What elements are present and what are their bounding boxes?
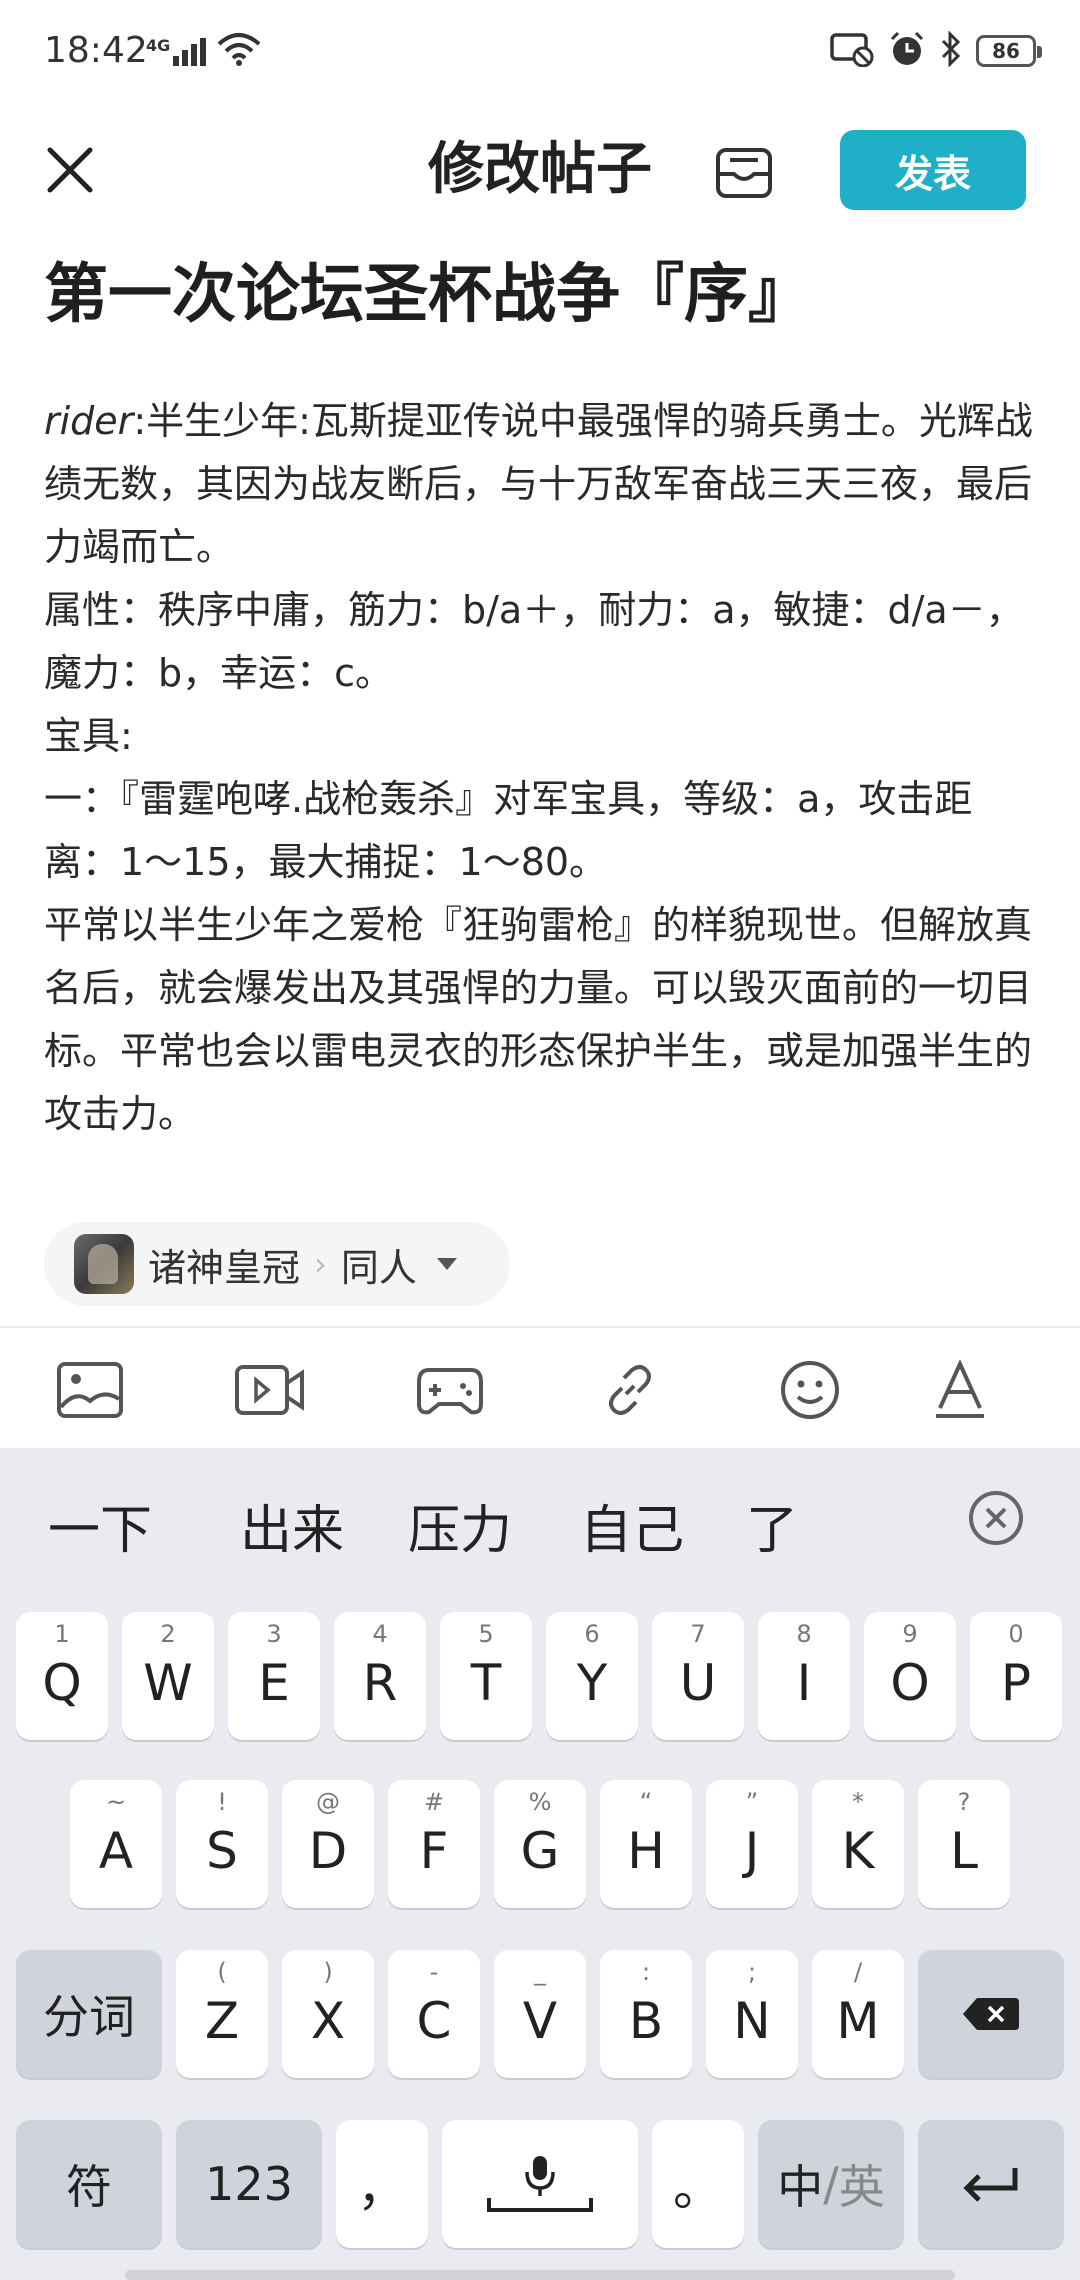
segment-key[interactable]: 分词: [16, 1950, 162, 2078]
network-type-icon: 4G: [146, 36, 207, 66]
candidate-close-button[interactable]: [966, 1488, 1026, 1548]
bluetooth-icon: [940, 30, 962, 71]
candidate-word[interactable]: 自己: [580, 1488, 684, 1563]
insert-game-button[interactable]: [414, 1358, 486, 1422]
draft-box-icon: [716, 148, 772, 198]
text-format-button[interactable]: [924, 1358, 996, 1422]
key-d[interactable]: @ D: [282, 1780, 374, 1908]
forum-avatar: [74, 1234, 134, 1294]
battery-icon: 86: [976, 35, 1042, 67]
key-s[interactable]: ! S: [176, 1780, 268, 1908]
editor-toolbar: [0, 1328, 1080, 1448]
key-u[interactable]: 7U: [652, 1612, 744, 1740]
alarm-icon: [888, 30, 926, 72]
key-w[interactable]: 2W: [122, 1612, 214, 1740]
key-b[interactable]: :B: [600, 1950, 692, 2078]
key-t[interactable]: 5T: [440, 1612, 532, 1740]
screen-cast-icon: [830, 31, 874, 71]
post-body-field[interactable]: rider:半生少年:瓦斯提亚传说中最强悍的骑兵勇士。光辉战绩无数，其因为战友断…: [44, 390, 1044, 1146]
key-z[interactable]: (Z: [176, 1950, 268, 2078]
video-icon: [235, 1365, 304, 1415]
symbols-key[interactable]: 符: [16, 2120, 162, 2248]
key-r[interactable]: 4R: [334, 1612, 426, 1740]
microphone-icon: [487, 2156, 593, 2212]
gamepad-icon: [417, 1368, 483, 1415]
numbers-key[interactable]: 123: [176, 2120, 322, 2248]
key-x[interactable]: ) X: [282, 1950, 374, 2078]
key-a[interactable]: ~ A: [70, 1780, 162, 1908]
body-paragraph: rider:半生少年:瓦斯提亚传说中最强悍的骑兵勇士。光辉战绩无数，其因为战友断…: [44, 399, 1033, 569]
key-f[interactable]: # F: [388, 1780, 480, 1908]
insert-video-button[interactable]: [234, 1358, 306, 1422]
dropdown-caret-icon: [436, 1258, 457, 1270]
key-j[interactable]: ” J: [706, 1780, 798, 1908]
forum-section: 同人: [340, 1245, 417, 1290]
enter-key[interactable]: [918, 2120, 1064, 2248]
key-y[interactable]: 6Y: [546, 1612, 638, 1740]
candidate-bar: 一下 出来 压力 自己 了: [0, 1448, 1080, 1588]
key-m[interactable]: / M: [812, 1950, 904, 2078]
key-h[interactable]: “H: [600, 1780, 692, 1908]
period-key[interactable]: 。: [652, 2120, 744, 2248]
key-o[interactable]: 9O: [864, 1612, 956, 1740]
candidate-word[interactable]: 出来: [240, 1488, 344, 1563]
key-k[interactable]: * K: [812, 1780, 904, 1908]
status-bar: 18:42 4G 86: [0, 0, 1080, 110]
chevron-right-icon: ›: [314, 1245, 327, 1283]
key-e[interactable]: 3E: [228, 1612, 320, 1740]
key-l[interactable]: ? L: [918, 1780, 1010, 1908]
candidate-word[interactable]: 压力: [408, 1488, 512, 1563]
drafts-button[interactable]: [712, 140, 776, 204]
body-paragraph: 属性：秩序中庸，筋力：b/a＋，耐力：a，敏捷：d/a－，魔力：b，幸运：c。: [44, 588, 1024, 695]
key-v[interactable]: _ V: [494, 1950, 586, 2078]
forum-name: 诸神皇冠: [148, 1245, 301, 1290]
link-icon: [609, 1365, 651, 1415]
status-time: 18:42: [44, 30, 148, 71]
candidate-word[interactable]: 了: [746, 1488, 798, 1563]
body-paragraph: 一：『雷霆咆哮.战枪轰杀』对军宝具，等级：a，攻击距离：1～15，最大捕捉：1～…: [44, 777, 973, 884]
insert-emoji-button[interactable]: [774, 1358, 846, 1422]
image-icon: [57, 1362, 123, 1418]
text-format-icon: [936, 1360, 984, 1418]
insert-link-button[interactable]: [594, 1358, 666, 1422]
key-n[interactable]: ; N: [706, 1950, 798, 2078]
body-italic-lead: rider: [44, 399, 134, 443]
key-c[interactable]: -C: [388, 1950, 480, 2078]
insert-image-button[interactable]: [54, 1358, 126, 1422]
emoji-icon: [781, 1361, 839, 1419]
backspace-icon: [963, 1998, 1019, 2030]
close-circle-icon: [969, 1491, 1023, 1545]
battery-level: 86: [992, 39, 1020, 63]
gesture-bar: [125, 2270, 955, 2280]
enter-icon: [963, 2168, 1018, 2202]
network-type-label: 4G: [146, 36, 171, 55]
forum-selector[interactable]: 诸神皇冠 › 同人: [44, 1222, 510, 1306]
key-i[interactable]: 8I: [758, 1612, 850, 1740]
publish-button[interactable]: 发表: [840, 130, 1026, 210]
key-p[interactable]: 0P: [970, 1612, 1062, 1740]
candidate-word[interactable]: 一下: [48, 1488, 152, 1563]
language-toggle-key[interactable]: 中 / 英: [758, 2120, 904, 2248]
soft-keyboard: 一下 出来 压力 自己 了 1Q 2W 3E 4R 5T 6Y 7U 8I 9O…: [0, 1448, 1080, 2280]
key-g[interactable]: % G: [494, 1780, 586, 1908]
body-paragraph: 平常以半生少年之爱枪『狂驹雷枪』的样貌现世。但解放真名后，就会爆发出及其强悍的力…: [44, 903, 1033, 1136]
space-voice-key[interactable]: [442, 2120, 638, 2248]
backspace-key[interactable]: [918, 1950, 1064, 2078]
comma-key[interactable]: ，: [336, 2120, 428, 2248]
editor-header: 修改帖子 发表: [0, 110, 1080, 230]
post-title-field[interactable]: 第一次论坛圣杯战争『序』: [44, 250, 812, 340]
wifi-icon: [217, 32, 261, 70]
body-paragraph: 宝具:: [44, 714, 133, 758]
key-q[interactable]: 1Q: [16, 1612, 108, 1740]
